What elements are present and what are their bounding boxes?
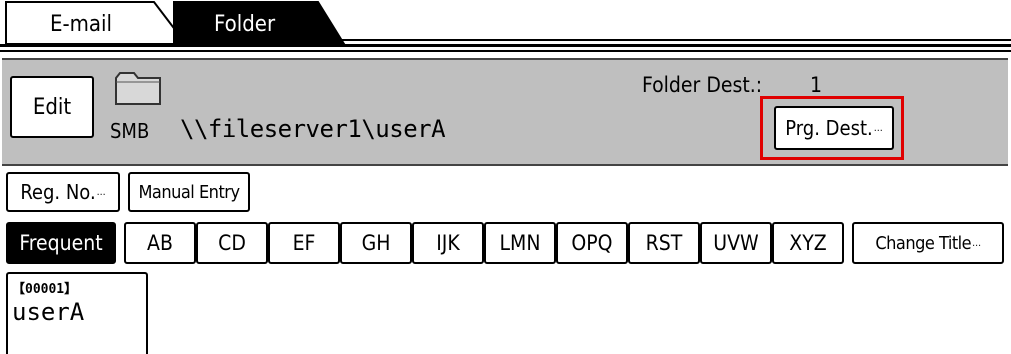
- entry-number: 【00001】: [12, 282, 78, 297]
- tab-email-label: E-mail: [50, 12, 113, 37]
- index-tab-cd[interactable]: CD: [196, 222, 268, 264]
- index-tab-ab[interactable]: AB: [124, 222, 196, 264]
- index-tab-lmn[interactable]: LMN: [484, 222, 556, 264]
- folder-dest-count: 1: [810, 73, 823, 97]
- more-dots-icon: …: [873, 122, 883, 134]
- index-tab-uvw[interactable]: UVW: [700, 222, 772, 264]
- change-title-button[interactable]: Change Title…: [852, 222, 1004, 264]
- program-destination-label: Prg. Dest.: [785, 116, 873, 140]
- destination-entry[interactable]: 【00001】 userA: [6, 272, 148, 354]
- index-tab-gh[interactable]: GH: [340, 222, 412, 264]
- index-tab-opq[interactable]: OPQ: [556, 222, 628, 264]
- index-tab-frequent[interactable]: Frequent: [6, 222, 116, 264]
- tab-folder[interactable]: Folder: [168, 0, 358, 45]
- program-destination-button[interactable]: Prg. Dest.…: [774, 106, 894, 150]
- protocol-label: SMB: [110, 119, 150, 143]
- index-tab-ijk[interactable]: IJK: [412, 222, 484, 264]
- more-dots-icon: …: [972, 237, 981, 249]
- index-tab-rst[interactable]: RST: [628, 222, 700, 264]
- edit-button[interactable]: Edit: [10, 76, 94, 138]
- more-dots-icon: …: [96, 186, 106, 198]
- destination-panel: Edit SMB \\fileserver1\userA Folder Dest…: [2, 58, 1008, 166]
- folder-dest-count-label: Folder Dest.:: [642, 73, 763, 97]
- change-title-label: Change Title: [875, 232, 972, 254]
- reg-no-label: Reg. No.: [20, 180, 96, 204]
- entry-name: userA: [12, 298, 85, 326]
- index-tab-xyz[interactable]: XYZ: [772, 222, 844, 264]
- tab-folder-label: Folder: [214, 12, 276, 37]
- manual-entry-button[interactable]: Manual Entry: [128, 172, 250, 212]
- folder-path: \\fileserver1\userA: [180, 115, 446, 143]
- mode-tab-bar: E-mail Folder: [0, 0, 1011, 52]
- tab-divider-top: [340, 39, 1011, 41]
- tab-email[interactable]: E-mail: [4, 0, 188, 45]
- folder-icon: [115, 72, 161, 105]
- tab-divider: [0, 44, 1011, 47]
- tab-divider-lower: [0, 50, 1011, 52]
- reg-no-button[interactable]: Reg. No.…: [6, 172, 120, 212]
- index-tab-ef[interactable]: EF: [268, 222, 340, 264]
